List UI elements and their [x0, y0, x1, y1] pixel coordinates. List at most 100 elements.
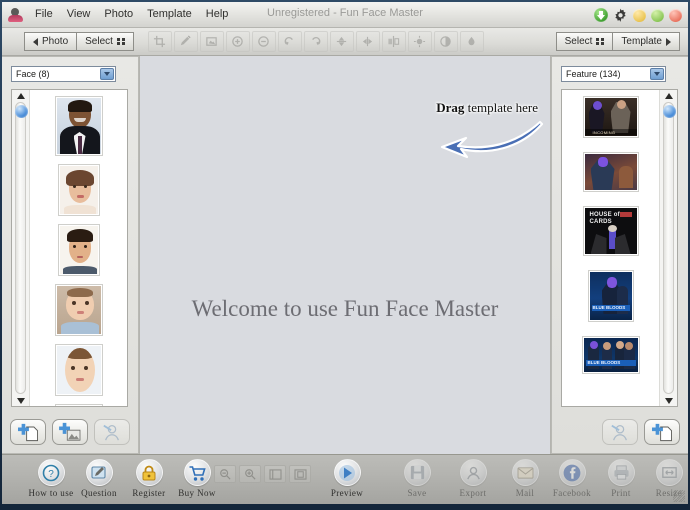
svg-text:?: ?	[48, 469, 54, 480]
template-mode-group: Select Template	[555, 32, 680, 51]
zoom-out-icon	[251, 31, 276, 52]
grid-icon	[116, 38, 125, 45]
register-button[interactable]: Register	[122, 459, 176, 498]
question-label: Question	[81, 488, 117, 498]
template-caption-5: BLUE BLOODS	[587, 360, 621, 365]
preview-label: Preview	[330, 488, 364, 498]
photo-panel-label: Photo	[42, 36, 69, 47]
welcome-message: Welcome to use Fun Face Master	[191, 296, 499, 321]
close-button[interactable]	[669, 8, 682, 22]
add-photo-button[interactable]	[52, 419, 88, 445]
flip-horizontal-icon	[355, 31, 380, 52]
scroll-down-arrow[interactable]	[14, 395, 28, 406]
resize-grip-icon[interactable]	[673, 490, 685, 502]
edit-tool-group	[147, 31, 484, 52]
scroll-track[interactable]	[663, 102, 676, 394]
template-thumbnail-list[interactable]: INCOMING HOUSE of CARDS BLUE BLOODS BLUE…	[561, 89, 678, 407]
face-items	[32, 90, 125, 406]
template-panel: Feature (134) INCOMING HOUSE of CARDS BL…	[551, 56, 688, 454]
export-label: Export	[459, 488, 487, 498]
face-thumb-6[interactable]	[54, 404, 103, 406]
template-thumb-3[interactable]: HOUSE of CARDS	[582, 206, 639, 256]
chevron-down-icon[interactable]	[100, 68, 114, 80]
top-toolbar: Photo Select Select Template	[2, 28, 688, 56]
fit-page-icon	[289, 465, 311, 483]
how-to-use-label: How to use	[28, 488, 74, 498]
maximize-button[interactable]	[651, 8, 664, 22]
lock-icon	[135, 459, 163, 486]
face-thumb-3[interactable]	[57, 224, 100, 276]
minimize-button[interactable]	[633, 8, 646, 22]
face-thumbnail-list[interactable]	[11, 89, 128, 407]
scroll-track[interactable]	[15, 102, 28, 394]
editor-canvas[interactable]: Welcome to use Fun Face Master Drag temp…	[139, 56, 551, 454]
app-face-logo	[7, 7, 25, 23]
face-list-scrollbar[interactable]	[12, 90, 30, 406]
zoom-in-icon	[225, 31, 250, 52]
face-thumb-1[interactable]	[54, 96, 103, 156]
menu-photo[interactable]: Photo	[97, 5, 140, 24]
add-face-button[interactable]	[10, 419, 46, 445]
chevron-down-icon[interactable]	[650, 68, 664, 80]
menu-view[interactable]: View	[60, 5, 98, 24]
magnifier-minus-icon	[214, 465, 236, 483]
template-thumb-2[interactable]	[582, 152, 639, 192]
mail-label: Mail	[515, 488, 535, 498]
print-label: Print	[611, 488, 631, 498]
drag-hint-text: Drag template here	[436, 100, 538, 116]
menu-template[interactable]: Template	[140, 5, 199, 24]
template-thumb-5[interactable]: BLUE BLOODS	[581, 336, 640, 374]
triangle-left-icon	[33, 37, 38, 46]
gear-icon[interactable]	[613, 8, 628, 23]
scroll-thumb[interactable]	[15, 105, 28, 118]
scroll-up-arrow[interactable]	[14, 90, 28, 101]
how-to-use-button[interactable]: ? How to use	[24, 459, 78, 498]
crop-icon	[147, 31, 172, 52]
drag-hint-bold: Drag	[436, 100, 465, 115]
template-list-scrollbar[interactable]	[659, 90, 677, 406]
mirror-icon	[381, 31, 406, 52]
face-category-value: Face (8)	[16, 69, 50, 79]
template-thumb-4[interactable]: BLUE BLOODS	[587, 270, 634, 322]
menu-file[interactable]: File	[28, 5, 60, 24]
template-items: INCOMING HOUSE of CARDS BLUE BLOODS BLUE…	[564, 90, 657, 406]
face-category-select[interactable]: Face (8)	[11, 66, 116, 82]
magnifier-plus-icon	[239, 465, 261, 483]
delete-face-button	[94, 419, 130, 445]
question-button[interactable]: Question	[72, 459, 126, 498]
menu-help[interactable]: Help	[199, 5, 236, 24]
template-thumb-1[interactable]: INCOMING	[582, 96, 639, 138]
title-bar: File View Photo Template Help Unregister…	[2, 2, 688, 28]
export-button: Export	[446, 459, 500, 498]
template-category-select[interactable]: Feature (134)	[561, 66, 666, 82]
photo-panel-button[interactable]: Photo	[24, 32, 78, 51]
brightness-icon	[407, 31, 432, 52]
scroll-up-arrow[interactable]	[662, 90, 676, 101]
template-panel-button[interactable]: Template	[613, 32, 680, 51]
download-icon[interactable]	[594, 8, 608, 22]
floppy-disk-icon	[403, 459, 431, 486]
template-select-button[interactable]: Select	[555, 32, 614, 51]
mail-button: Mail	[498, 459, 552, 498]
bottom-toolbar: ? How to use Question Register Buy Now P…	[2, 454, 688, 504]
printer-icon	[607, 459, 635, 486]
template-panel-buttons	[560, 419, 680, 445]
fit-width-icon	[264, 465, 286, 483]
add-template-button[interactable]	[644, 419, 680, 445]
buy-now-label: Buy Now	[178, 488, 216, 498]
face-thumb-2[interactable]	[57, 164, 100, 216]
preview-button[interactable]: Preview	[320, 459, 374, 498]
resize-icon	[655, 459, 683, 486]
triangle-right-icon	[666, 37, 671, 46]
face-thumb-4[interactable]	[54, 284, 103, 336]
flip-vertical-icon	[329, 31, 354, 52]
replace-icon	[199, 31, 224, 52]
scroll-down-arrow[interactable]	[662, 395, 676, 406]
main-area: Face (8) Welcome to use Fun Face Master …	[2, 56, 688, 454]
face-thumb-5[interactable]	[54, 344, 103, 396]
photo-select-button[interactable]: Select	[77, 32, 134, 51]
photo-panel: Face (8)	[2, 56, 139, 454]
delete-template-button	[602, 419, 638, 445]
scroll-thumb[interactable]	[663, 105, 676, 118]
rotate-right-icon	[303, 31, 328, 52]
